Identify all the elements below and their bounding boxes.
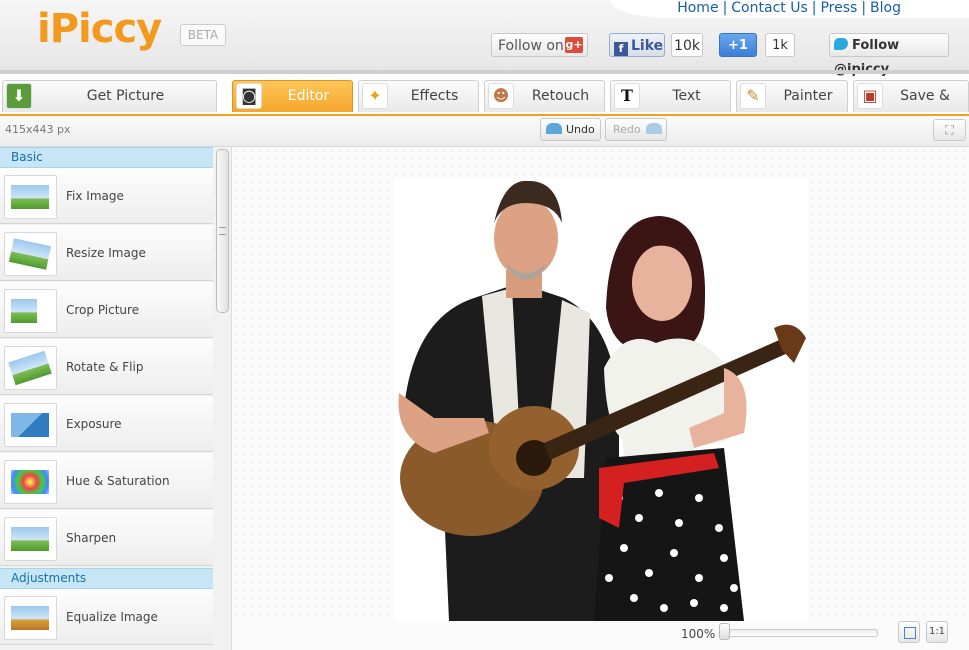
tab-label: Retouch bbox=[531, 88, 590, 104]
tab-label: Editor bbox=[287, 88, 330, 104]
redo-arrow-icon bbox=[645, 123, 662, 134]
follow-on-gplus-button[interactable]: Follow on g+ bbox=[491, 33, 588, 57]
tool-label: Fix Image bbox=[66, 189, 124, 203]
tool-sharpen[interactable]: Sharpen bbox=[0, 510, 213, 566]
twitter-follow-button[interactable]: Follow @ipiccy bbox=[829, 33, 949, 77]
tool-rotate-flip[interactable]: Rotate & Flip bbox=[0, 339, 213, 395]
fix-image-icon bbox=[4, 175, 57, 219]
facebook-like-label: Like bbox=[631, 38, 664, 54]
tab-label: Get Picture bbox=[86, 88, 165, 104]
editor-canvas[interactable] bbox=[232, 147, 969, 621]
sharpen-icon bbox=[4, 517, 57, 561]
crop-picture-icon bbox=[4, 289, 57, 333]
tool-label: Hue & Saturation bbox=[66, 474, 170, 488]
fullscreen-button[interactable]: ⛶ bbox=[933, 119, 966, 141]
rotate-flip-icon bbox=[4, 346, 57, 390]
tab-get-picture[interactable]: ⬇ Get Picture bbox=[2, 80, 217, 112]
editor-toolbar: 415x443 px Undo Redo ⛶ bbox=[0, 116, 969, 147]
twitter-bird-icon bbox=[834, 38, 848, 50]
header-divider bbox=[0, 70, 969, 74]
exposure-icon bbox=[4, 403, 57, 447]
fit-screen-icon bbox=[904, 627, 916, 639]
text-t-icon: T bbox=[614, 83, 640, 109]
link-separator: | bbox=[811, 0, 817, 16]
top-links: Home | Contact Us | Press | Blog bbox=[677, 0, 901, 16]
tool-crop-picture[interactable]: Crop Picture bbox=[0, 282, 213, 338]
facebook-icon: f bbox=[614, 42, 628, 56]
undo-label: Undo bbox=[566, 123, 595, 136]
zoom-level-label: 100% bbox=[681, 627, 716, 641]
tool-label: Crop Picture bbox=[66, 303, 140, 317]
camera-icon: ◙ bbox=[236, 83, 262, 109]
tab-save-share[interactable]: ▣ Save & Share bbox=[853, 80, 969, 135]
hue-saturation-icon bbox=[4, 460, 57, 504]
tab-label: Painter bbox=[783, 88, 833, 104]
tab-editor[interactable]: ◙ Editor bbox=[232, 80, 353, 112]
blog-link[interactable]: Blog bbox=[870, 0, 901, 16]
facebook-like-count: 10k bbox=[671, 33, 703, 57]
press-link[interactable]: Press bbox=[820, 0, 857, 16]
tool-equalize-image[interactable]: Equalize Image bbox=[0, 589, 213, 645]
magic-wand-icon: ✦ bbox=[362, 83, 388, 109]
tool-label: Exposure bbox=[66, 417, 122, 431]
tab-painter[interactable]: ✎ Painter bbox=[736, 80, 848, 112]
app-logo[interactable]: iPiccy bbox=[37, 6, 162, 52]
floppy-disk-icon: ▣ bbox=[857, 83, 883, 109]
tool-label: Equalize Image bbox=[66, 610, 158, 624]
undo-button[interactable]: Undo bbox=[540, 118, 601, 141]
facebook-like-button[interactable]: f Like bbox=[609, 33, 665, 57]
section-basic[interactable]: Basic bbox=[0, 147, 213, 168]
contact-us-link[interactable]: Contact Us bbox=[731, 0, 807, 16]
tool-hue-saturation[interactable]: Hue & Saturation bbox=[0, 453, 213, 509]
scrollbar-grip bbox=[219, 227, 226, 235]
zoom-bar: 100% 1:1 bbox=[232, 621, 969, 650]
face-icon: ☻ bbox=[488, 83, 514, 109]
tool-sidebar: Basic Fix Image Resize Image Crop Pictur… bbox=[0, 147, 232, 650]
redo-label: Redo bbox=[613, 123, 641, 136]
beta-badge: BETA bbox=[180, 24, 226, 46]
redo-button[interactable]: Redo bbox=[605, 118, 667, 141]
gplus-icon: g+ bbox=[565, 37, 583, 53]
undo-arrow-icon bbox=[546, 123, 562, 134]
tool-label: Sharpen bbox=[66, 531, 117, 545]
download-arrow-icon: ⬇ bbox=[6, 83, 32, 109]
section-adjustments[interactable]: Adjustments bbox=[0, 568, 213, 589]
link-separator: | bbox=[861, 0, 867, 16]
tool-label: Resize Image bbox=[66, 246, 146, 260]
equalize-image-icon bbox=[4, 596, 57, 640]
sidebar-scrollbar[interactable] bbox=[216, 149, 229, 313]
tool-label: Rotate & Flip bbox=[66, 360, 144, 374]
photo-illustration bbox=[398, 180, 806, 621]
gplus-one-button[interactable]: +1 bbox=[719, 33, 757, 57]
edited-photo[interactable] bbox=[394, 178, 808, 621]
tab-label: Effects bbox=[410, 88, 459, 104]
link-separator: | bbox=[722, 0, 728, 16]
tab-text[interactable]: T Text bbox=[610, 80, 731, 112]
actual-size-button[interactable]: 1:1 bbox=[926, 621, 948, 643]
zoom-slider-track[interactable] bbox=[724, 629, 878, 637]
tool-fix-image[interactable]: Fix Image bbox=[0, 168, 213, 224]
gplus-one-count: 1k bbox=[765, 33, 795, 57]
main-tab-bar: ⬇ Get Picture ◙ Editor ✦ Effects ☻ Retou… bbox=[0, 76, 969, 135]
resize-image-icon bbox=[4, 232, 57, 276]
tab-label: Text bbox=[672, 88, 701, 104]
follow-on-label: Follow on bbox=[498, 38, 564, 54]
image-dimensions: 415x443 px bbox=[5, 123, 71, 136]
fullscreen-icon: ⛶ bbox=[945, 123, 954, 137]
fit-to-screen-button[interactable] bbox=[898, 621, 920, 643]
tab-effects[interactable]: ✦ Effects bbox=[358, 80, 479, 112]
palette-icon: ✎ bbox=[740, 83, 766, 109]
header: iPiccy BETA Home | Contact Us | Press | Blog F… bbox=[0, 0, 969, 77]
tool-exposure[interactable]: Exposure bbox=[0, 396, 213, 452]
home-link[interactable]: Home bbox=[677, 0, 718, 16]
tab-retouch[interactable]: ☻ Retouch bbox=[484, 80, 605, 112]
zoom-slider-handle[interactable] bbox=[719, 623, 730, 640]
tool-resize-image[interactable]: Resize Image bbox=[0, 225, 213, 281]
